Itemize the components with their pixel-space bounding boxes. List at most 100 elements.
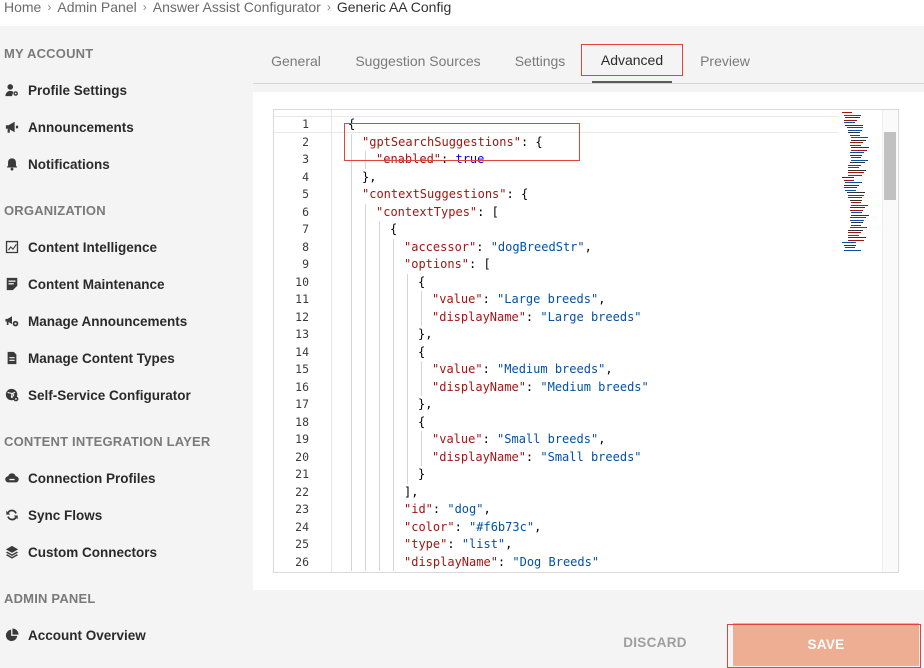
indent-guide [393,431,394,449]
section-title-organization: ORGANIZATION [4,203,106,218]
minimap-line [851,214,869,216]
indent-guide [351,431,352,449]
code-line: "value": "Medium breeds", [432,361,613,378]
sidebar-item-label: Connection Profiles [28,470,156,486]
minimap-line [842,242,856,243]
json-punctuation: : [476,239,491,254]
sidebar-item-content-maintenance[interactable]: Content Maintenance [4,272,165,296]
minimap-line [848,164,861,166]
indent-guide [379,343,380,361]
json-string: "dog" [447,502,484,516]
indent-guide [393,518,394,536]
json-string: "Small breeds" [497,432,599,446]
code-line: }, [418,326,432,343]
minimap-line [849,152,864,153]
json-punctuation: : [525,379,541,394]
json-punctuation: , [483,502,491,516]
json-punctuation: , [598,292,606,306]
breadcrumb-home[interactable]: Home [4,0,41,15]
tab-suggestion-sources[interactable]: Suggestion Sources [348,39,488,83]
minimap-line [848,197,862,198]
json-key: "value" [432,362,483,376]
main-content: General Suggestion Sources Settings Adva… [240,26,924,668]
tab-advanced[interactable]: Advanced [592,39,672,83]
minimap-line [842,177,854,178]
editor-minimap[interactable] [842,112,869,252]
json-punctuation: }, [418,327,433,341]
json-string: "Dog Breeds" [512,554,600,569]
sidebar-item-connection-profiles[interactable]: Connection Profiles [4,466,156,490]
line-number: 20 [295,449,309,464]
minimap-line [848,194,864,196]
json-string: "list" [461,537,506,551]
sidebar-item-label: Announcements [28,119,134,135]
indent-guide [365,151,366,169]
indent-guide [351,343,352,361]
sidebar-item-sync-flows[interactable]: Sync Flows [4,503,102,527]
sidebar-item-self-service-configurator[interactable]: Self-Service Configurator [4,383,191,407]
breadcrumb-answer-assist-configurator[interactable]: Answer Assist Configurator [153,0,321,15]
indent-guide [365,431,366,449]
sidebar-item-profile-settings[interactable]: Profile Settings [4,78,127,102]
indent-guide [351,501,352,519]
minimap-line [849,209,863,211]
tab-preview[interactable]: Preview [690,39,760,83]
json-key: "displayName" [432,379,526,394]
code-area[interactable]: {"gptSearchSuggestions": {"enabled": tru… [332,110,898,572]
sidebar-item-manage-announcements[interactable]: Manage Announcements [4,309,187,333]
sidebar-item-label: Profile Settings [28,82,128,98]
line-number: 10 [295,274,309,289]
line-number: 14 [295,344,309,359]
tab-settings[interactable]: Settings [505,39,575,83]
indent-guide [421,308,422,326]
indent-guide [379,501,380,519]
layers-icon [4,544,20,560]
tab-general[interactable]: General [261,39,331,83]
minimap-line [851,202,861,203]
sidebar-item-label: Content Maintenance [28,276,165,292]
indent-guide [393,501,394,519]
indent-guide [379,396,380,414]
json-key: "options" [404,257,470,271]
json-key: "type" [404,537,448,551]
sidebar-item-account-overview[interactable]: Account Overview [4,623,146,647]
sidebar-item-custom-connectors[interactable]: Custom Connectors [4,540,157,564]
json-punctuation: : [482,292,498,306]
indent-guide [407,378,408,396]
editor-scrollbar-thumb[interactable] [884,132,896,200]
indent-guide [351,168,352,186]
line-number: 21 [295,467,309,481]
indent-guide [421,448,422,466]
json-punctuation: : [497,554,513,569]
sidebar-item-announcements[interactable]: Announcements [4,115,134,139]
indent-guide [351,186,352,204]
sidebar-item-manage-content-types[interactable]: Manage Content Types [4,346,175,370]
json-string: "Medium breeds" [540,379,649,394]
breadcrumb-admin-panel[interactable]: Admin Panel [57,0,136,15]
sidebar-item-content-intelligence[interactable]: Content Intelligence [4,235,157,259]
line-number: 13 [295,327,309,341]
minimap-line [842,112,852,113]
discard-button[interactable]: DISCARD [623,630,686,654]
minimap-line [849,142,863,143]
json-punctuation: { [348,117,356,131]
json-punctuation: : [454,519,470,534]
minimap-line [849,219,864,221]
save-button[interactable]: SAVE [733,623,919,666]
minimap-line [851,212,862,213]
json-punctuation: : [ [469,257,491,271]
code-line: }, [418,396,432,413]
indent-guide [365,553,366,571]
minimap-line [843,184,859,186]
minimap-line [848,129,862,131]
bell-icon [4,156,20,172]
json-code-editor[interactable]: 1 2 3 4 5 6 7 8 9 10 11 12 13 14 15 16 17 18 19 20 21 22 23 24 2… [273,109,899,573]
minimap-line [848,172,864,173]
json-punctuation: , [584,239,592,254]
indent-guide [407,396,408,414]
indent-guide [365,256,366,274]
minimap-line [849,227,867,228]
json-key: "value" [432,432,483,446]
breadcrumb-current: Generic AA Config [336,0,452,15]
sidebar-item-notifications[interactable]: Notifications [4,152,110,176]
